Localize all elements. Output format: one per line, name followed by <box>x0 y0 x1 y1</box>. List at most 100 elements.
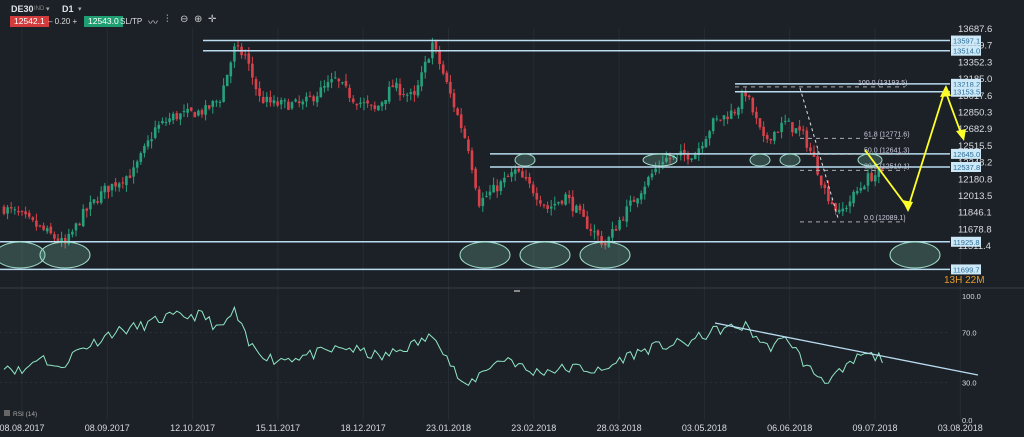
candle-body <box>819 175 823 186</box>
candle-body <box>139 153 143 162</box>
x-tick-label: 28.03.2018 <box>597 423 642 433</box>
y-tick-label: 12850.3 <box>958 108 992 119</box>
support-ellipse <box>39 241 91 269</box>
candle-body <box>229 62 233 77</box>
candle-body <box>53 234 56 239</box>
candle-body <box>366 100 369 104</box>
candle-body <box>751 97 755 113</box>
candle-body <box>542 204 546 206</box>
candle-body <box>567 194 571 199</box>
resistance-ellipse <box>749 153 771 167</box>
candle-body <box>107 185 110 192</box>
candle-body <box>276 101 279 106</box>
candle-body <box>132 167 135 177</box>
candle-body <box>704 138 708 148</box>
candle-body <box>578 205 582 211</box>
candle-body <box>737 107 740 116</box>
candle-body <box>161 120 164 124</box>
candle-body <box>128 175 132 178</box>
rsi-line <box>3 305 883 386</box>
candle-body <box>593 231 596 233</box>
candle-body <box>474 168 477 189</box>
candle-body <box>405 94 409 96</box>
fib-level-label: 100.0 (13193.5) <box>858 80 907 87</box>
fib-level-label: 61.8 (12771.6) <box>864 131 910 138</box>
candle-body <box>582 209 585 217</box>
candle-body <box>729 110 733 119</box>
candle-body <box>81 208 85 227</box>
candle-body <box>272 100 276 104</box>
candle-body <box>150 139 153 142</box>
candle-body <box>539 200 542 204</box>
candle-body <box>103 185 107 193</box>
candle-body <box>449 81 452 94</box>
candle-body <box>859 188 863 191</box>
candle-body <box>719 119 722 121</box>
candle-body <box>711 118 715 132</box>
rsi-tick-label: 70.0 <box>962 329 977 338</box>
candle-body <box>45 228 49 232</box>
rsi-tick-label: 30.0 <box>962 379 977 388</box>
candle-body <box>747 95 751 98</box>
candle-body <box>164 122 168 124</box>
candle-body <box>38 225 42 227</box>
candle-body <box>557 201 560 204</box>
candle-body <box>463 128 467 138</box>
candle-body <box>197 110 200 116</box>
candle-body <box>78 223 81 226</box>
candle-body <box>477 189 481 207</box>
candle-body <box>827 186 830 202</box>
candle-body <box>452 93 456 108</box>
candle-body <box>553 203 557 206</box>
candle-body <box>715 118 719 120</box>
candle-body <box>495 185 499 192</box>
candle-body <box>809 147 812 152</box>
candle-body <box>445 72 449 83</box>
candle-body <box>305 96 308 102</box>
candle-body <box>265 96 269 102</box>
level-price-label: 13153.5 <box>953 88 980 97</box>
panel-resize-handle[interactable] <box>514 290 520 292</box>
candle-body <box>200 110 204 115</box>
candle-body <box>416 85 420 96</box>
y-tick-label: 13352.3 <box>958 57 992 68</box>
candle-body <box>492 184 495 193</box>
candle-body <box>481 197 485 207</box>
candle-body <box>621 219 625 221</box>
candle-body <box>207 105 211 109</box>
rsi-label: RSI (14) <box>13 411 37 418</box>
candle-body <box>614 229 618 231</box>
candle-body <box>186 108 189 113</box>
candle-body <box>427 59 431 63</box>
candle-body <box>722 115 726 120</box>
candle-body <box>308 95 312 97</box>
candle-body <box>632 199 636 203</box>
candle-body <box>204 105 207 115</box>
candle-body <box>686 153 690 160</box>
candle-body <box>517 168 521 172</box>
rsi-trendline <box>714 322 979 376</box>
level-price-label: 13514.0 <box>953 47 980 56</box>
candle-body <box>143 145 146 153</box>
candle-body <box>546 205 549 210</box>
chart-canvas[interactable]: 13687.613519.713352.313185.013017.612850… <box>0 0 1024 437</box>
candle-body <box>323 86 326 88</box>
y-tick-label: 13687.6 <box>958 24 992 35</box>
candle-body <box>549 206 553 209</box>
candle-body <box>589 229 593 231</box>
y-tick-label: 11846.1 <box>958 208 992 219</box>
candle-body <box>110 183 114 191</box>
candle-body <box>823 184 827 189</box>
candle-body <box>776 131 780 133</box>
candle-body <box>351 98 355 103</box>
indicator-icon <box>4 410 10 416</box>
level-price-label: 13597.1 <box>953 37 980 46</box>
candle-body <box>369 104 373 106</box>
candle-body <box>312 96 315 102</box>
candle-body <box>258 88 261 96</box>
level-price-label: 11699.7 <box>953 265 980 274</box>
candle-body <box>650 173 654 178</box>
candle-body <box>575 205 578 213</box>
candle-body <box>863 186 866 190</box>
candle-body <box>247 53 251 64</box>
